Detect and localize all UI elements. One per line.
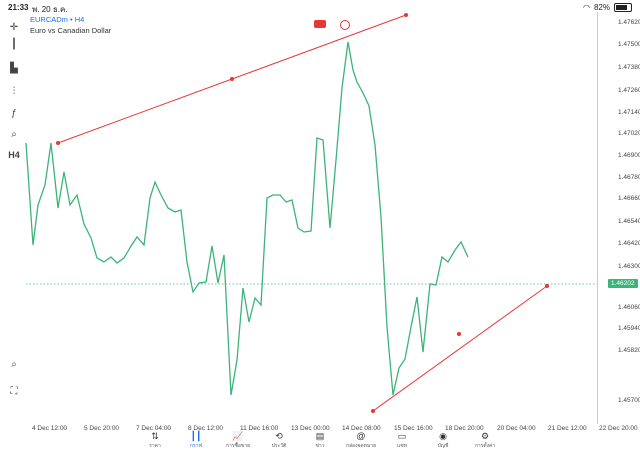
chart-icon: ┃┃ xyxy=(190,431,202,441)
price-tick-label: 1.46900 xyxy=(618,152,640,159)
nav-label: กราฟ xyxy=(189,443,203,449)
nav-label: ราคา xyxy=(149,443,161,449)
trendline-handle xyxy=(371,409,375,413)
price-tick-label: 1.45700 xyxy=(618,397,640,404)
time-tick-label: 20 Dec 04:00 xyxy=(497,425,536,432)
signal-icon[interactable] xyxy=(340,20,350,30)
price-tick-label: 1.47140 xyxy=(618,109,640,116)
nav-account[interactable]: ◉ บัญชี xyxy=(425,432,461,450)
indicators-icon[interactable]: ▙ xyxy=(6,61,22,75)
settings-icon: ⚙ xyxy=(480,431,490,441)
crosshair-icon[interactable]: ✛ xyxy=(6,20,22,34)
nav-label: ข่าว xyxy=(315,443,325,449)
clock: 21:33 xyxy=(8,3,29,12)
timeframe-button[interactable]: H4 xyxy=(6,148,22,162)
price-tick-label: 1.46420 xyxy=(618,240,640,247)
price-tick-label: 1.46540 xyxy=(618,218,640,225)
trendline-handle xyxy=(545,284,549,288)
candles-icon[interactable]: ┃ xyxy=(6,37,22,51)
battery-icon xyxy=(614,3,632,12)
function-icon[interactable]: ƒ xyxy=(6,106,22,120)
nav-label: การซื้อขาย xyxy=(225,443,251,449)
nav-label: ประวัติ xyxy=(271,443,287,449)
price-tick-label: 1.47380 xyxy=(618,64,640,71)
quotes-icon: ⇅ xyxy=(151,431,159,441)
nav-quotes[interactable]: ⇅ ราคา xyxy=(137,432,173,450)
nav-mailbox[interactable]: @ กล่องจดหมาย xyxy=(343,432,379,450)
status-bar: 21:33 พ. 20 ธ.ค. ◠ 82% xyxy=(0,0,640,14)
time-tick-label: 22 Dec 20:00 xyxy=(599,425,638,432)
price-chart[interactable] xyxy=(0,0,640,447)
lower-trendline xyxy=(372,285,548,412)
nav-chart[interactable]: ┃┃ กราฟ xyxy=(178,432,214,450)
at-icon: @ xyxy=(356,431,366,441)
symbol-name: EURCADm • H4 xyxy=(30,15,85,24)
price-tick-label: 1.47620 xyxy=(618,19,640,26)
time-tick-label: 5 Dec 20:00 xyxy=(84,425,120,432)
nav-chat[interactable]: ▭ แชท xyxy=(384,432,420,450)
nav-label: แชท xyxy=(397,443,407,449)
price-tick-label: 1.45940 xyxy=(618,325,640,332)
current-price-badge: 1.46202 xyxy=(608,279,638,288)
price-tick-label: 1.47500 xyxy=(618,41,640,48)
price-tick-label: 1.46060 xyxy=(618,304,640,311)
zoom-icon[interactable]: ⌕ xyxy=(6,357,22,371)
price-tick-label: 1.46300 xyxy=(618,263,640,270)
symbol-description: Euro vs Canadian Dollar xyxy=(30,26,112,35)
price-tick-label: 1.46780 xyxy=(618,174,640,181)
nav-settings[interactable]: ⚙ การตั้งค่า xyxy=(467,432,503,450)
bottom-nav: ⇅ ราคา ┃┃ กราฟ 📈 การซื้อขาย ⟲ ประวัติ ▤ ข่าว @ กล่อ… xyxy=(0,432,640,450)
price-tick-label: 1.47260 xyxy=(618,87,640,94)
trendline-handle xyxy=(230,77,234,81)
nav-news[interactable]: ▤ ข่าว xyxy=(302,432,338,450)
trendline-handle xyxy=(457,332,461,336)
objects-icon[interactable]: ⫶ xyxy=(6,84,22,98)
trade-icon: 📈 xyxy=(232,431,244,441)
news-icon: ▤ xyxy=(315,431,325,441)
time-tick-label: 4 Dec 12:00 xyxy=(32,425,68,432)
shapes-icon[interactable]: ⌕ xyxy=(6,127,22,141)
fullscreen-icon[interactable]: ⛶ xyxy=(6,384,22,398)
chat-icon: ▭ xyxy=(397,431,407,441)
price-tick-label: 1.47020 xyxy=(618,130,640,137)
battery-fill xyxy=(616,5,628,10)
price-axis-line xyxy=(597,12,598,424)
trendline-handle xyxy=(56,141,60,145)
time-tick-label: 21 Dec 12:00 xyxy=(548,425,587,432)
time-tick-label: 18 Dec 20:00 xyxy=(445,425,484,432)
nav-trade[interactable]: 📈 การซื้อขาย xyxy=(220,432,256,450)
symbol-header[interactable]: EURCADm • H4 Euro vs Canadian Dollar xyxy=(30,15,111,35)
battery-percent: 82% xyxy=(593,3,610,12)
nav-history[interactable]: ⟲ ประวัติ xyxy=(261,432,297,450)
nav-label: บัญชี xyxy=(437,443,449,449)
wifi-icon: ◠ xyxy=(583,3,590,12)
price-tick-label: 1.46660 xyxy=(618,195,640,202)
account-icon: ◉ xyxy=(439,431,447,441)
one-click-trade-icon[interactable] xyxy=(314,20,326,28)
nav-label: กล่องจดหมาย xyxy=(345,443,377,449)
time-tick-label: 11 Dec 16:00 xyxy=(240,425,279,432)
price-tick-label: 1.45820 xyxy=(618,347,640,354)
nav-label: การตั้งค่า xyxy=(474,443,496,449)
history-icon: ⟲ xyxy=(275,431,283,441)
price-line xyxy=(25,41,469,396)
